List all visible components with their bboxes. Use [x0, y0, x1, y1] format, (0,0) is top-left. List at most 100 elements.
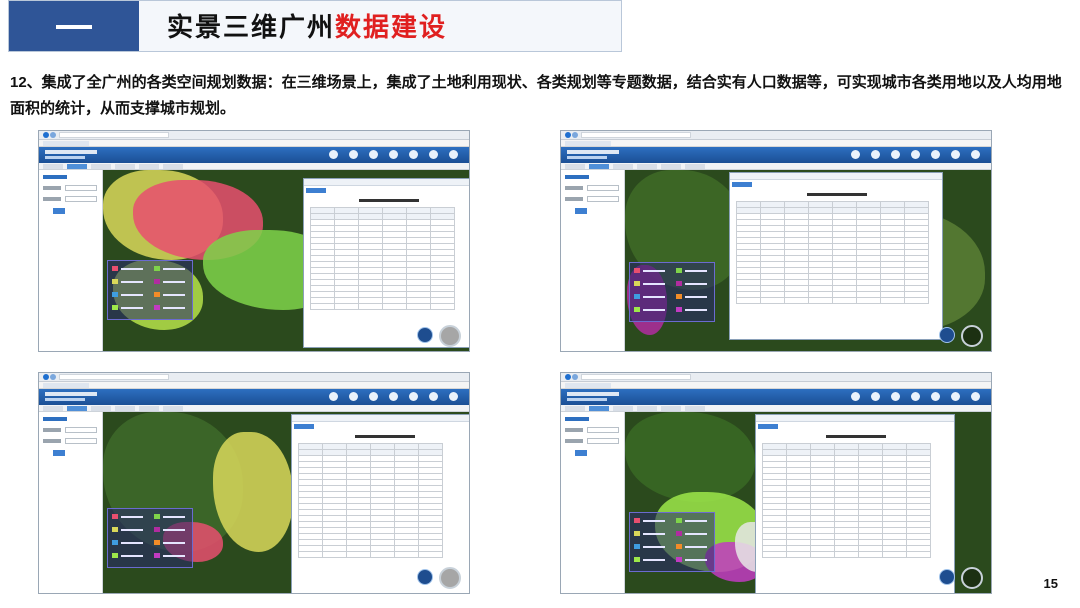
function-tab[interactable]: [637, 406, 657, 411]
nav-menu-icon[interactable]: [971, 392, 980, 401]
query-button[interactable]: [575, 450, 587, 456]
function-tab[interactable]: [67, 406, 87, 411]
nav-menu-icon[interactable]: [349, 150, 358, 159]
function-tab[interactable]: [613, 406, 633, 411]
nav-menu-icon[interactable]: [429, 150, 438, 159]
nav-menu-icon[interactable]: [449, 150, 458, 159]
function-tab[interactable]: [163, 164, 183, 169]
statistics-dialog[interactable]: [303, 178, 469, 348]
nav-menu-icon[interactable]: [931, 150, 940, 159]
url-input[interactable]: [59, 374, 169, 380]
function-tab[interactable]: [139, 406, 159, 411]
compass-icon[interactable]: [961, 325, 983, 347]
url-input[interactable]: [581, 374, 691, 380]
browser-tab[interactable]: [43, 383, 89, 388]
nav-menu-icon[interactable]: [349, 392, 358, 401]
zoom-level-icon[interactable]: [939, 569, 955, 585]
filter-select[interactable]: [65, 427, 97, 433]
browser-tab[interactable]: [565, 141, 611, 146]
function-tab[interactable]: [685, 406, 705, 411]
function-tab[interactable]: [637, 164, 657, 169]
nav-menu-icon[interactable]: [329, 150, 338, 159]
query-button[interactable]: [575, 208, 587, 214]
filter-select[interactable]: [65, 438, 97, 444]
browser-forward-icon[interactable]: [572, 374, 578, 380]
nav-menu-icon[interactable]: [369, 392, 378, 401]
query-button[interactable]: [53, 450, 65, 456]
function-tab[interactable]: [67, 164, 87, 169]
filter-select[interactable]: [587, 427, 619, 433]
browser-forward-icon[interactable]: [50, 132, 56, 138]
dialog-tab[interactable]: [306, 188, 326, 193]
compass-icon[interactable]: [439, 567, 461, 589]
nav-menu-icon[interactable]: [389, 150, 398, 159]
field-label: [565, 428, 583, 432]
function-tab[interactable]: [91, 406, 111, 411]
zoom-level-icon[interactable]: [939, 327, 955, 343]
function-tab[interactable]: [43, 164, 63, 169]
filter-select[interactable]: [587, 196, 619, 202]
function-tab[interactable]: [661, 164, 681, 169]
nav-menu-icon[interactable]: [449, 392, 458, 401]
function-tab[interactable]: [685, 164, 705, 169]
statistics-dialog[interactable]: [291, 414, 469, 593]
nav-menu-icon[interactable]: [891, 150, 900, 159]
dialog-tab[interactable]: [294, 424, 314, 429]
url-input[interactable]: [581, 132, 691, 138]
nav-menu-icon[interactable]: [329, 392, 338, 401]
function-tab[interactable]: [163, 406, 183, 411]
statistics-dialog[interactable]: [729, 172, 943, 340]
browser-tab[interactable]: [565, 383, 611, 388]
zoom-level-icon[interactable]: [417, 327, 433, 343]
nav-menu-icon[interactable]: [871, 392, 880, 401]
function-tab[interactable]: [589, 164, 609, 169]
function-tab[interactable]: [613, 164, 633, 169]
browser-back-icon[interactable]: [43, 132, 49, 138]
nav-menu-icon[interactable]: [409, 392, 418, 401]
function-tab[interactable]: [91, 164, 111, 169]
function-tab[interactable]: [565, 406, 585, 411]
compass-icon[interactable]: [439, 325, 461, 347]
filter-select[interactable]: [65, 196, 97, 202]
nav-menu-icon[interactable]: [951, 150, 960, 159]
zoom-level-icon[interactable]: [417, 569, 433, 585]
function-tab[interactable]: [115, 164, 135, 169]
dialog-tab[interactable]: [732, 182, 752, 187]
nav-menu-icon[interactable]: [951, 392, 960, 401]
nav-menu-icon[interactable]: [931, 392, 940, 401]
dialog-tab[interactable]: [758, 424, 778, 429]
statistics-dialog[interactable]: [755, 414, 955, 593]
table-title: [807, 193, 867, 196]
browser-forward-icon[interactable]: [50, 374, 56, 380]
nav-menu-icon[interactable]: [409, 150, 418, 159]
nav-menu-icon[interactable]: [389, 392, 398, 401]
nav-menu-icon[interactable]: [369, 150, 378, 159]
function-tab[interactable]: [589, 406, 609, 411]
browser-back-icon[interactable]: [43, 374, 49, 380]
nav-menu-icon[interactable]: [911, 150, 920, 159]
browser-back-icon[interactable]: [565, 132, 571, 138]
function-tab[interactable]: [115, 406, 135, 411]
url-input[interactable]: [59, 132, 169, 138]
compass-icon[interactable]: [961, 567, 983, 589]
function-tab[interactable]: [139, 164, 159, 169]
nav-menu-icon[interactable]: [891, 392, 900, 401]
function-tab[interactable]: [565, 164, 585, 169]
panel-heading: [43, 417, 67, 421]
browser-forward-icon[interactable]: [572, 132, 578, 138]
nav-menu-icon[interactable]: [911, 392, 920, 401]
browser-tab[interactable]: [43, 141, 89, 146]
nav-menu-icon[interactable]: [429, 392, 438, 401]
browser-back-icon[interactable]: [565, 374, 571, 380]
nav-menu-icon[interactable]: [971, 150, 980, 159]
filter-select[interactable]: [65, 185, 97, 191]
function-tab[interactable]: [43, 406, 63, 411]
nav-menu-icon[interactable]: [851, 392, 860, 401]
filter-select[interactable]: [587, 438, 619, 444]
nav-menu-icon[interactable]: [851, 150, 860, 159]
query-button[interactable]: [53, 208, 65, 214]
filter-select[interactable]: [587, 185, 619, 191]
function-tab[interactable]: [661, 406, 681, 411]
legend-swatch: [634, 281, 640, 286]
nav-menu-icon[interactable]: [871, 150, 880, 159]
